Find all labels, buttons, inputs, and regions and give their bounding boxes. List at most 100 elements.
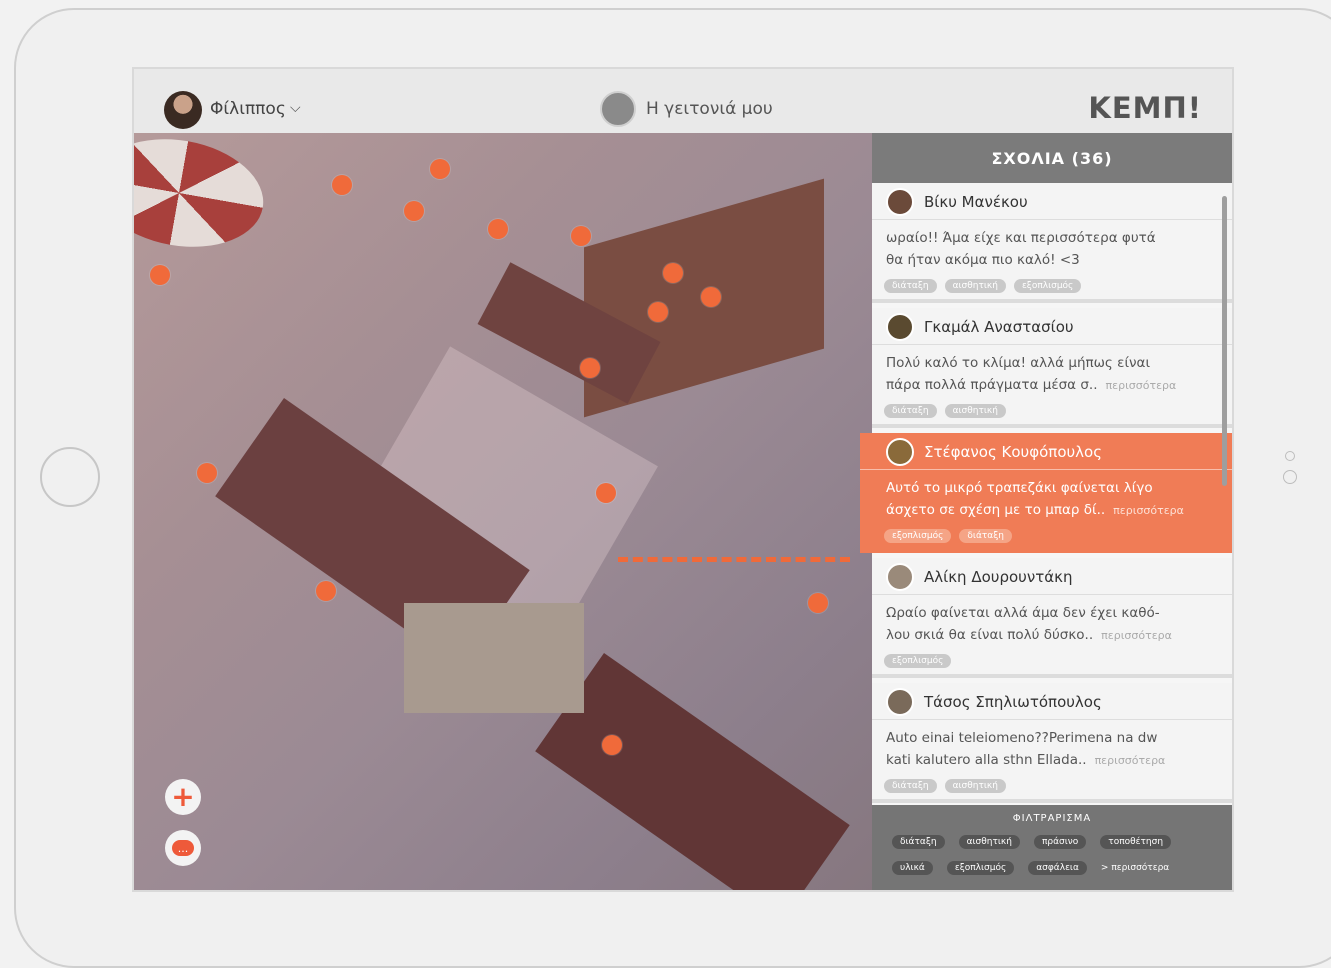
tag[interactable]: αισθητική [944,279,1006,293]
comment-pin[interactable] [430,159,450,179]
comment-line: Auto einai teleiomeno??Perimena na dw [886,730,1158,746]
planter [404,603,584,713]
comment-line: ωραίο!! Άμα είχε και περισσότερα φυτά [886,230,1156,246]
more-link[interactable]: περισσότερα [1106,379,1177,392]
comment-text: Ωραίο φαίνεται αλλά άμα δεν έχει καθό- λ… [886,602,1216,647]
comment-line: kati kalutero alla sthn Ellada.. [886,752,1087,768]
comment-line: πάρα πολλά πράγματα μέσα σ.. [886,377,1098,393]
tag-list: διάταξη αισθητική [884,404,1006,418]
tag[interactable]: διάταξη [884,779,937,793]
3d-map-view[interactable]: + ... [134,133,872,890]
comment-author: Αλίκη Δουρουντάκη [924,568,1073,586]
comment-text: Auto einai teleiomeno??Perimena na dw ka… [886,727,1216,772]
comment-text: ωραίο!! Άμα είχε και περισσότερα φυτά θα… [886,227,1216,271]
avatar [886,188,914,216]
divider [872,719,1232,720]
filter-tag[interactable]: ασφάλεια [1028,861,1087,875]
comment-author: Γκαμάλ Αναστασίου [924,318,1074,336]
tag[interactable]: εξοπλισμός [1013,279,1082,293]
filter-bar: ΦΙΛΤΡΑΡΙΣΜΑ διάταξη αισθητική πράσινο το… [872,805,1232,890]
comment-pin[interactable] [404,201,424,221]
filter-title: ΦΙΛΤΡΑΡΙΣΜΑ [1012,813,1092,824]
tag-list: εξοπλισμός [884,654,952,668]
comment-author: Βίκυ Μανέκου [924,193,1028,211]
comments-panel: ΣΧΟΛΙΑ (36) Βίκυ Μανέκου ωραίο!! Άμα είχ… [860,133,1232,890]
comment-author: Στέφανος Κουφόπουλος [924,443,1103,461]
comments-button[interactable]: ... [165,830,201,866]
comment-card[interactable]: Αλίκη Δουρουντάκη Ωραίο φαίνεται αλλά άμ… [872,558,1232,678]
filter-tag[interactable]: αισθητική [958,835,1020,849]
neighborhood-link[interactable]: Η γειτονιά μου [646,99,773,119]
comment-pin[interactable] [316,581,336,601]
divider [860,469,1232,470]
tag[interactable]: διάταξη [884,279,937,293]
tag[interactable]: διάταξη [884,404,937,418]
comment-pin[interactable] [197,463,217,483]
tag[interactable]: αισθητική [944,404,1006,418]
filter-row: διάταξη αισθητική πράσινο τοποθέτηση [892,835,1172,849]
tag[interactable]: εξοπλισμός [884,654,952,668]
comment-pin[interactable] [150,265,170,285]
filter-more-link[interactable]: > περισσότερα [1101,861,1169,875]
comments-header: ΣΧΟΛΙΑ (36) [872,133,1232,183]
more-link[interactable]: περισσότερα [1113,504,1184,517]
add-comment-button[interactable]: + [165,779,201,815]
sensor-icon [1283,470,1297,484]
filter-tag[interactable]: υλικά [892,861,933,875]
comment-pin[interactable] [488,219,508,239]
tag[interactable]: αισθητική [944,779,1006,793]
filter-tag[interactable]: τοποθέτηση [1100,835,1172,849]
avatar [886,688,914,716]
avatar [886,313,914,341]
avatar [886,438,914,466]
comment-card[interactable]: Γκαμάλ Αναστασίου Πολύ καλό το κλίμα! αλ… [872,308,1232,428]
user-name[interactable]: Φίλιππος [210,99,286,119]
home-button[interactable] [40,447,100,507]
plus-icon: + [171,780,195,813]
neighborhood-icon[interactable] [600,91,636,127]
tag-list: διάταξη αισθητική [884,779,1006,793]
comment-line: θα ήταν ακόμα πιο καλό! <3 [886,252,1080,268]
divider [872,344,1232,345]
avatar [886,563,914,591]
app-screen: Φίλιππος ⌵ Η γειτονιά μου ΚΕΜΠ! + ... ΣΧ… [132,67,1234,892]
connector-line [618,557,850,562]
comment-pin-active[interactable] [596,483,616,503]
comment-pin[interactable] [332,175,352,195]
tag[interactable]: εξοπλισμός [884,529,952,543]
comment-card[interactable]: Τάσος Σπηλιωτόπουλος Auto einai teleiome… [872,683,1232,803]
comment-pin[interactable] [580,358,600,378]
comment-line: Αυτό το μικρό τραπεζάκι φαίνεται λίγο [886,480,1153,496]
divider [872,219,1232,220]
comment-pin[interactable] [602,735,622,755]
comment-line: λου σκιά θα είναι πολύ δύσκο.. [886,627,1094,643]
comment-author: Τάσος Σπηλιωτόπουλος [924,693,1102,711]
user-avatar[interactable] [164,91,202,129]
comment-line: άσχετο σε σχέση με το μπαρ δί.. [886,502,1106,518]
chevron-down-icon[interactable]: ⌵ [290,100,301,116]
comment-card[interactable]: Βίκυ Μανέκου ωραίο!! Άμα είχε και περισσ… [872,183,1232,303]
top-bar: Φίλιππος ⌵ Η γειτονιά μου ΚΕΜΠ! [134,69,1232,133]
comment-pin[interactable] [808,593,828,613]
more-link[interactable]: περισσότερα [1101,629,1172,642]
camera-icon [1285,451,1295,461]
comment-pin[interactable] [663,263,683,283]
tag-list: εξοπλισμός διάταξη [884,529,1012,543]
filter-tag[interactable]: εξοπλισμός [946,861,1015,875]
chat-bubble-icon: ... [172,840,194,856]
filter-row: υλικά εξοπλισμός ασφάλεια > περισσότερα [892,861,1169,875]
filter-tag[interactable]: πράσινο [1033,835,1087,849]
filter-tag[interactable]: διάταξη [892,835,945,849]
comment-pin[interactable] [648,302,668,322]
comment-text: Πολύ καλό το κλίμα! αλλά μήπως είναι πάρ… [886,352,1216,397]
comment-line: Πολύ καλό το κλίμα! αλλά μήπως είναι [886,355,1151,371]
tag[interactable]: διάταξη [959,529,1012,543]
brand-logo: ΚΕΜΠ! [1088,91,1202,125]
comment-card-active[interactable]: Στέφανος Κουφόπουλος Αυτό το μικρό τραπε… [860,433,1232,553]
more-link[interactable]: περισσότερα [1095,754,1166,767]
comment-pin[interactable] [701,287,721,307]
comment-pin[interactable] [571,226,591,246]
scrollbar[interactable] [1222,196,1227,486]
tag-list: διάταξη αισθητική εξοπλισμός [884,279,1082,293]
umbrella [134,133,272,260]
